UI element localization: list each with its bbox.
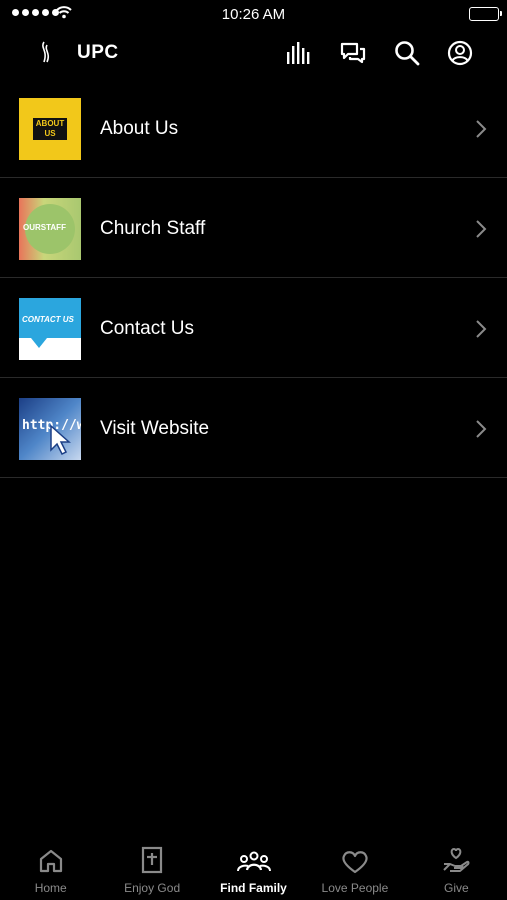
tab-label: Home xyxy=(34,881,67,895)
profile-icon[interactable] xyxy=(445,38,475,68)
tab-label: Find Family xyxy=(220,881,287,895)
give-hand-icon xyxy=(443,847,470,872)
church-staff-thumbnail-text: OURSTAFF xyxy=(23,223,66,232)
cursor-arrow-icon xyxy=(50,424,71,456)
menu-item-visit-website[interactable]: http://ww Visit Website xyxy=(0,378,507,478)
chevron-right-icon xyxy=(476,420,487,438)
audio-bars-icon[interactable] xyxy=(284,38,314,68)
search-icon[interactable] xyxy=(392,38,422,68)
chevron-right-icon xyxy=(476,320,487,338)
menu-list: ABOUT US About Us OURSTAFF Church Staff … xyxy=(0,78,507,478)
menu-item-about-us[interactable]: ABOUT US About Us xyxy=(0,78,507,178)
flame-logo-icon xyxy=(42,41,50,63)
contact-us-thumbnail-text: CONTACT US xyxy=(22,315,74,324)
chevron-right-icon xyxy=(476,220,487,238)
tab-enjoy-god[interactable]: Enjoy God xyxy=(101,842,202,900)
status-time: 10:26 AM xyxy=(221,6,286,23)
home-icon xyxy=(39,849,62,873)
battery-icon xyxy=(469,7,502,21)
status-bar: 10:26 AM xyxy=(0,0,507,28)
menu-item-church-staff[interactable]: OURSTAFF Church Staff xyxy=(0,178,507,278)
bible-icon xyxy=(142,846,163,874)
about-us-thumbnail-text: ABOUT US xyxy=(33,118,67,140)
about-us-thumbnail: ABOUT US xyxy=(19,98,81,160)
chevron-right-icon xyxy=(476,120,487,138)
tab-love-people[interactable]: Love People xyxy=(304,842,405,900)
tab-give[interactable]: Give xyxy=(406,842,507,900)
people-icon xyxy=(236,851,271,872)
church-staff-thumbnail: OURSTAFF xyxy=(19,198,81,260)
menu-item-label: About Us xyxy=(100,118,179,139)
contact-us-thumbnail: CONTACT US xyxy=(19,298,81,360)
visit-website-thumbnail: http://ww xyxy=(19,398,81,460)
menu-item-label: Contact Us xyxy=(100,318,194,339)
tab-find-family[interactable]: Find Family xyxy=(203,842,304,900)
menu-item-label: Church Staff xyxy=(100,218,206,239)
menu-item-label: Visit Website xyxy=(100,418,210,439)
chat-bubbles-icon[interactable] xyxy=(338,38,368,68)
tab-label: Love People xyxy=(321,881,389,895)
menu-item-contact-us[interactable]: CONTACT US Contact Us xyxy=(0,278,507,378)
tab-home[interactable]: Home xyxy=(0,842,101,900)
tab-label: Give xyxy=(443,881,469,895)
nav-bar: UPC xyxy=(0,28,507,78)
heart-icon xyxy=(342,851,368,874)
app-title: UPC xyxy=(77,42,119,63)
tab-label: Enjoy God xyxy=(124,881,181,895)
tab-bar: Home Enjoy God Find Family Love People G… xyxy=(0,842,507,900)
